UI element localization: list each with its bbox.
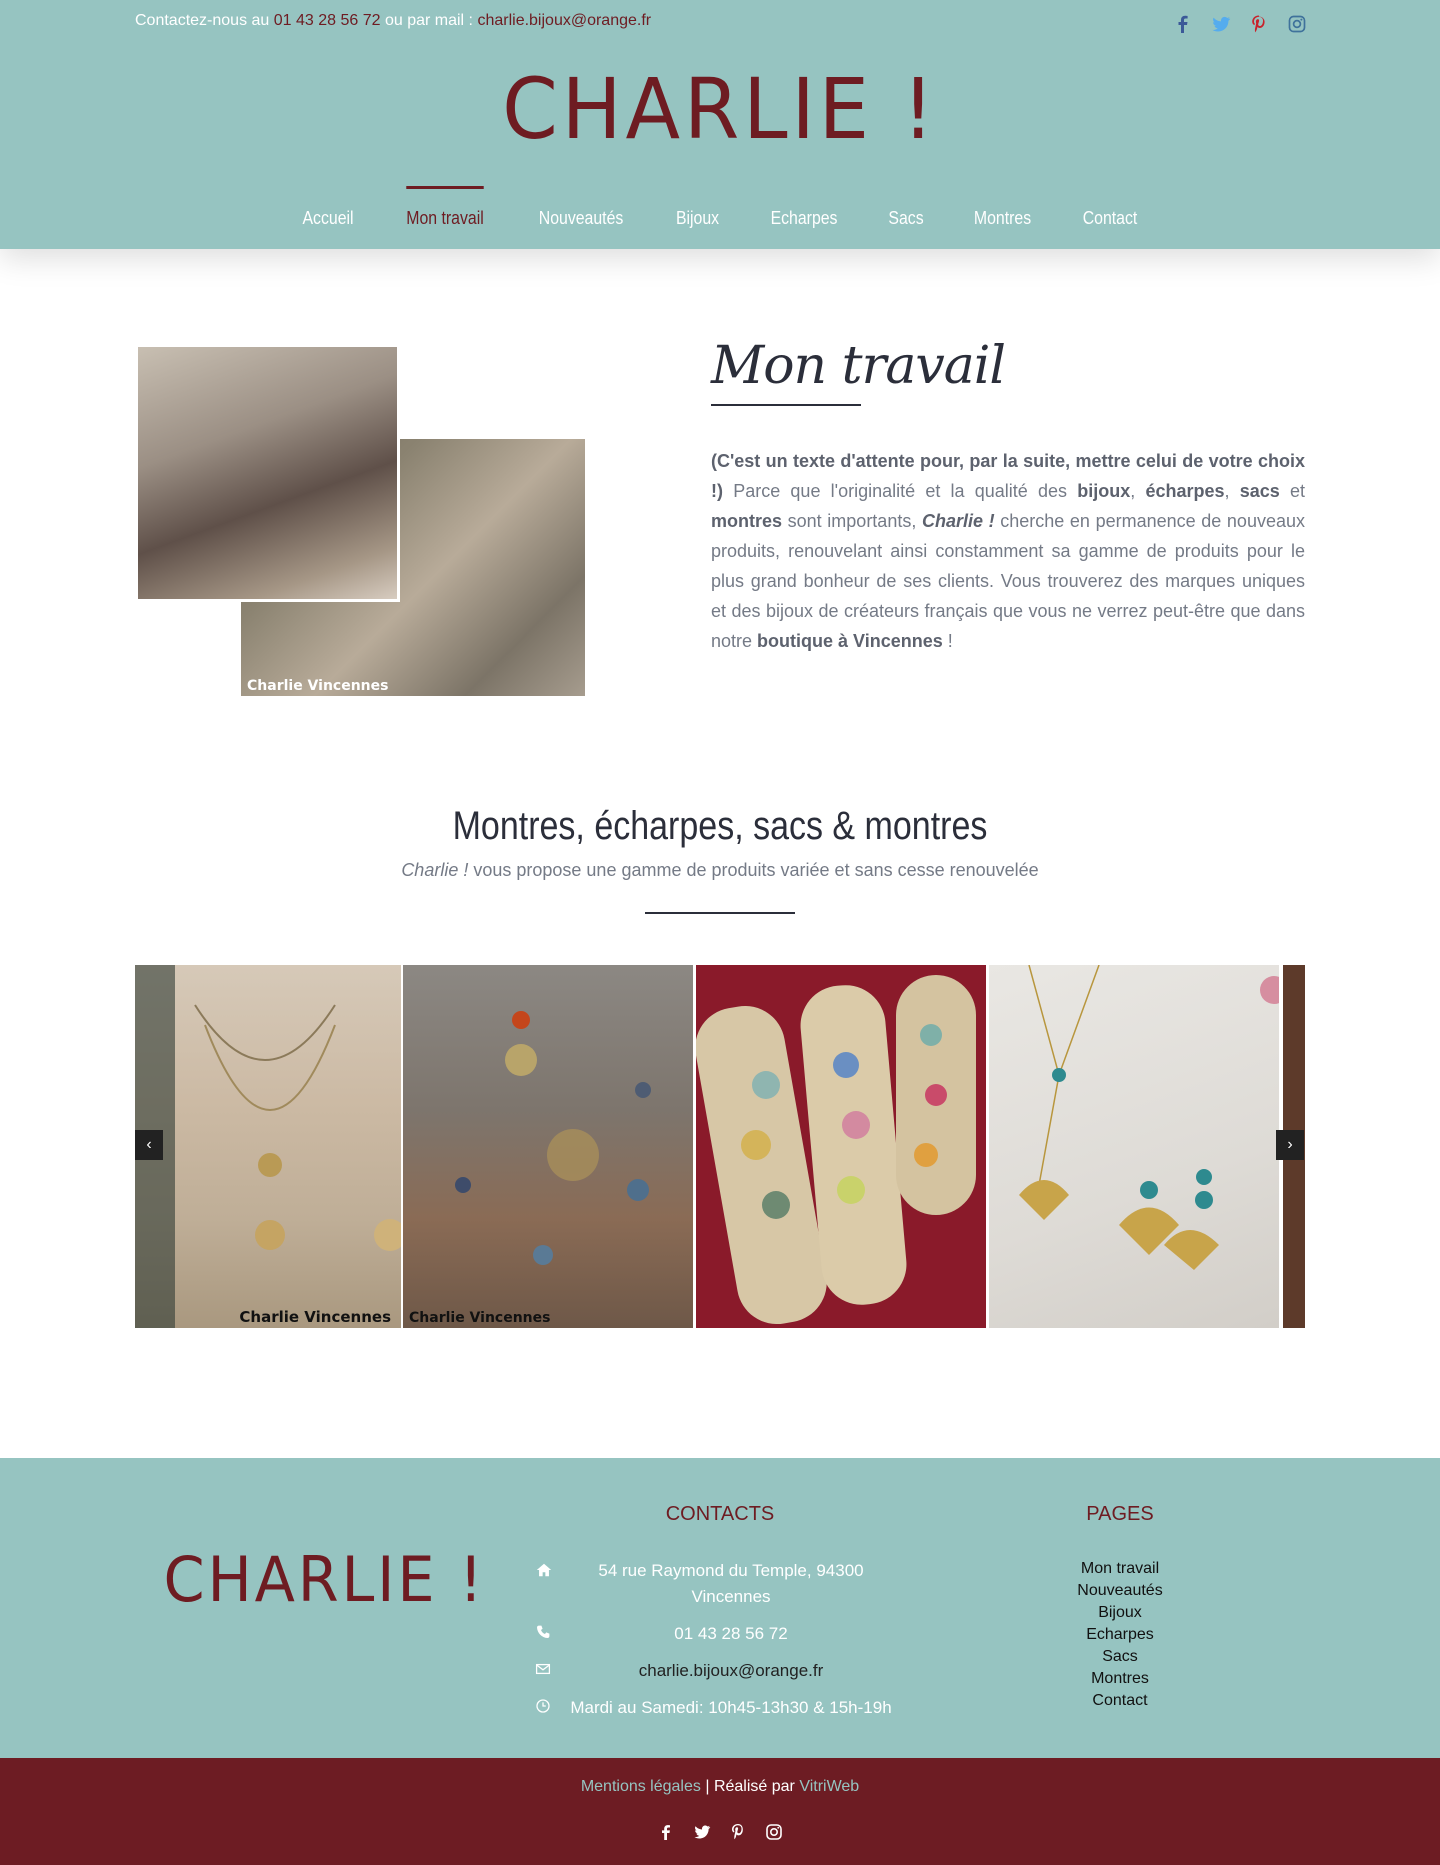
carousel-next-button[interactable]: › xyxy=(1276,1130,1304,1160)
brand-mention: Charlie ! xyxy=(921,511,995,531)
subtitle-text: vous propose une gamme de produits varié… xyxy=(468,860,1039,880)
footer-pages-list: Mon travail Nouveautés Bijoux Echarpes S… xyxy=(1020,1558,1220,1712)
nav-item-nouveautes[interactable]: Nouveautés xyxy=(519,182,642,229)
nav-item-mon-travail[interactable]: Mon travail xyxy=(387,182,503,229)
title-underline xyxy=(711,404,861,406)
contacts-heading: CONTACTS xyxy=(665,1503,775,1525)
phone-row: 01 43 28 56 72 xyxy=(535,1621,905,1647)
topbar-phone-link[interactable]: 01 43 28 56 72 xyxy=(274,12,381,29)
slide-watermark: Charlie Vincennes xyxy=(239,1308,391,1326)
topbar-email-link[interactable]: charlie.bijoux@orange.fr xyxy=(477,12,651,29)
home-icon xyxy=(535,1561,557,1583)
legal-notice-link[interactable]: Mentions légales xyxy=(581,1778,701,1795)
intro-sep: , xyxy=(1224,481,1240,501)
credits-line: Mentions légales | Réalisé par VitriWeb xyxy=(0,1778,1440,1796)
hours-text: Mardi au Samedi: 10h45-13h30 & 15h-19h xyxy=(570,1698,892,1717)
page-title: Mon travail xyxy=(711,336,1006,396)
keyword-sacs: sacs xyxy=(1239,481,1280,501)
email-row: charlie.bijoux@orange.fr xyxy=(535,1658,905,1684)
phone-icon xyxy=(535,1624,557,1646)
nav-item-bijoux[interactable]: Bijoux xyxy=(657,182,739,229)
made-by-label: Réalisé par xyxy=(713,1778,800,1795)
products-subtitle: Charlie ! vous propose une gamme de prod… xyxy=(0,860,1440,881)
footer-link-nouveautes[interactable]: Nouveautés xyxy=(1020,1580,1220,1602)
products-heading: Montres, écharpes, sacs & montres xyxy=(452,804,988,848)
carousel-slide-necklaces[interactable]: Charlie Vincennes xyxy=(135,965,401,1328)
nav-item-contact[interactable]: Contact xyxy=(1063,182,1156,229)
site-footer: CHARLIE ! CONTACTS 54 rue Raymond du Tem… xyxy=(0,1458,1440,1758)
hours-row: Mardi au Samedi: 10h45-13h30 & 15h-19h xyxy=(535,1695,905,1721)
agency-link[interactable]: VitriWeb xyxy=(799,1778,859,1795)
carousel-slide-rings[interactable] xyxy=(696,965,986,1328)
keyword-montres: montres xyxy=(711,511,783,531)
footer-email-link[interactable]: charlie.bijoux@orange.fr xyxy=(557,1658,905,1684)
twitter-icon[interactable] xyxy=(1211,14,1231,34)
site-header: Contactez-nous au 01 43 28 56 72 ou par … xyxy=(0,0,1440,249)
credits-separator: | xyxy=(700,1778,714,1795)
nav-item-sacs[interactable]: Sacs xyxy=(869,182,943,229)
pages-heading: PAGES xyxy=(1086,1503,1154,1525)
footer-link-contact[interactable]: Contact xyxy=(1020,1690,1220,1712)
contact-prefix: Contactez-nous au xyxy=(135,12,274,29)
carousel-slide-gingko[interactable] xyxy=(989,965,1279,1328)
envelope-icon xyxy=(535,1661,557,1683)
contact-middle: ou par mail : xyxy=(380,12,478,29)
pinterest-icon[interactable] xyxy=(1249,14,1269,34)
nav-item-montres[interactable]: Montres xyxy=(955,182,1051,229)
subtitle-brand: Charlie ! xyxy=(401,860,469,880)
intro-text-part: sont importants, xyxy=(782,511,922,531)
nav-item-accueil[interactable]: Accueil xyxy=(283,182,373,229)
carousel-prev-button[interactable]: ‹ xyxy=(135,1130,163,1160)
contacts-list: 54 rue Raymond du Temple, 94300 Vincenne… xyxy=(535,1558,905,1732)
footer-link-bijoux[interactable]: Bijoux xyxy=(1020,1602,1220,1624)
carousel-slide-earrings[interactable]: Charlie Vincennes xyxy=(403,965,693,1328)
intro-text-part: Parce que l'originalité et la qualité de… xyxy=(723,481,1078,501)
footer-logo[interactable]: CHARLIE ! xyxy=(163,1543,485,1616)
social-links-bottom xyxy=(0,1822,1440,1842)
jewelry-photo-collage: Charlie Vincennes xyxy=(135,344,585,696)
copyright-bar: Mentions légales | Réalisé par VitriWeb xyxy=(0,1758,1440,1865)
shop-mention: boutique à Vincennes xyxy=(757,631,943,651)
address-text: 54 rue Raymond du Temple, 94300 Vincenne… xyxy=(598,1561,864,1606)
twitter-icon[interactable] xyxy=(692,1822,712,1842)
intro-text-part: ! xyxy=(942,631,953,651)
main-nav: Accueil Mon travail Nouveautés Bijoux Ec… xyxy=(0,182,1440,229)
nav-item-echarpes[interactable]: Echarpes xyxy=(751,182,857,229)
address-row: 54 rue Raymond du Temple, 94300 Vincenne… xyxy=(535,1558,905,1610)
photo-watermark: Charlie Vincennes xyxy=(247,678,389,694)
intro-sep: , xyxy=(1130,481,1146,501)
intro-text-part: cherche en permanence de nouveaux produi… xyxy=(711,511,1305,651)
footer-link-montres[interactable]: Montres xyxy=(1020,1668,1220,1690)
footer-link-mon-travail[interactable]: Mon travail xyxy=(1020,1558,1220,1580)
site-logo[interactable]: CHARLIE ! xyxy=(36,60,1404,158)
social-links-top xyxy=(1173,14,1307,34)
footer-link-echarpes[interactable]: Echarpes xyxy=(1020,1624,1220,1646)
product-carousel[interactable]: Charlie Vincennes Charlie Vincennes xyxy=(135,965,1305,1328)
intro-sep: et xyxy=(1279,481,1305,501)
intro-paragraph: (C'est un texte d'attente pour, par la s… xyxy=(711,446,1305,656)
keyword-bijoux: bijoux xyxy=(1077,481,1131,501)
model-necklaces-photo xyxy=(135,344,400,602)
instagram-icon[interactable] xyxy=(1287,14,1307,34)
instagram-icon[interactable] xyxy=(764,1822,784,1842)
keyword-echarpes: écharpes xyxy=(1145,481,1225,501)
pinterest-icon[interactable] xyxy=(728,1822,748,1842)
facebook-icon[interactable] xyxy=(1173,14,1193,34)
footer-link-sacs[interactable]: Sacs xyxy=(1020,1646,1220,1668)
slide-watermark: Charlie Vincennes xyxy=(409,1310,551,1326)
contact-bar: Contactez-nous au 01 43 28 56 72 ou par … xyxy=(135,12,651,30)
footer-phone-link[interactable]: 01 43 28 56 72 xyxy=(557,1621,905,1647)
facebook-icon[interactable] xyxy=(656,1822,676,1842)
heading-divider xyxy=(645,912,795,914)
clock-icon xyxy=(535,1698,557,1720)
